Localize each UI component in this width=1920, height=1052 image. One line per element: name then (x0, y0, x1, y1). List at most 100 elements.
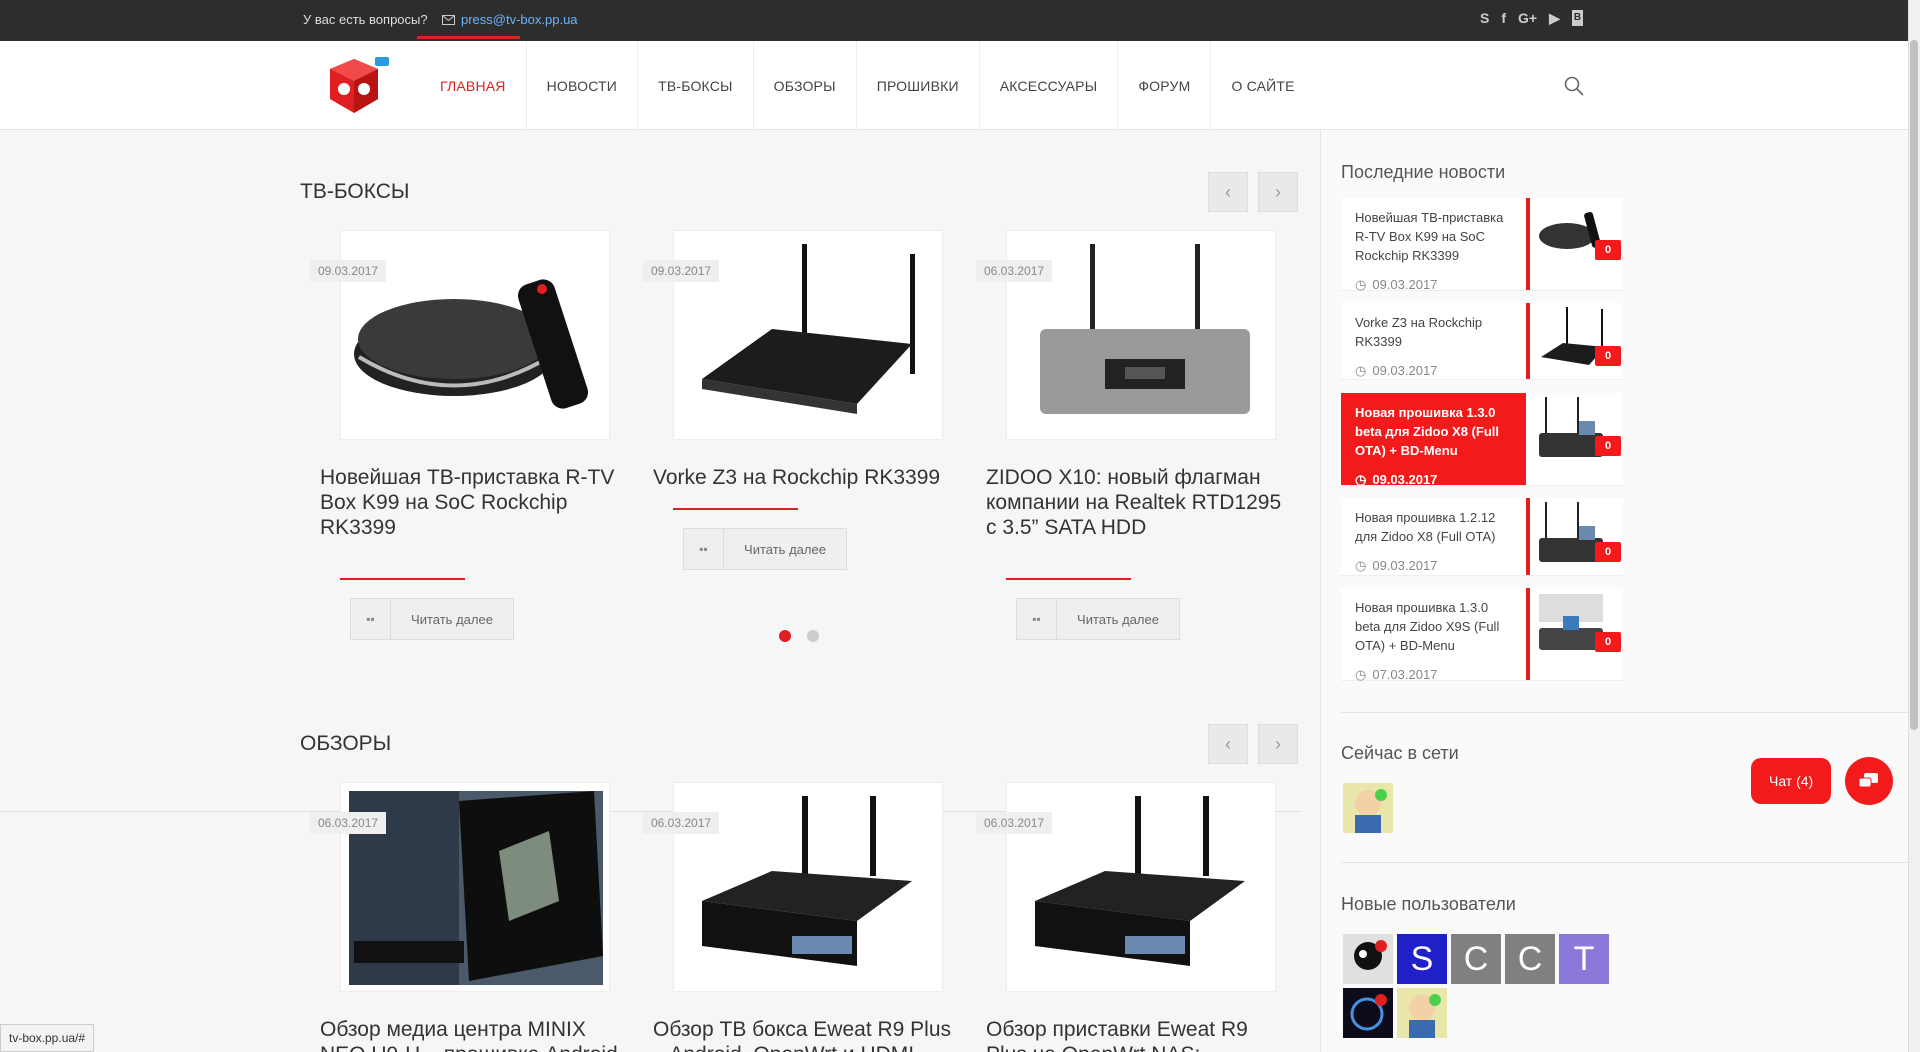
post-date: 06.03.2017 (643, 812, 720, 834)
pagination-dot[interactable] (779, 630, 791, 642)
chat-open-button[interactable] (1845, 757, 1893, 805)
news-item[interactable]: Новая прошивка 1.3.0 beta для Zidoo X9S … (1341, 588, 1623, 682)
site-header: ГЛАВНАЯ НОВОСТИ ТВ-БОКСЫ ОБЗОРЫ ПРОШИВКИ… (0, 41, 1908, 130)
eweat-image (1015, 791, 1269, 985)
read-more-button[interactable]: ▪▪ Читать далее (350, 598, 514, 640)
email-contact[interactable]: press@tv-box.pp.ua (442, 12, 578, 27)
news-date: 09.03.2017 (1372, 363, 1438, 378)
news-date: 09.03.2017 (1372, 558, 1438, 573)
title-underline (673, 508, 798, 510)
comment-count-badge: 0 (1595, 346, 1621, 366)
news-title: Новейшая ТВ-приставка R-TV Box K99 на So… (1355, 210, 1504, 263)
post-title[interactable]: Vorke Z3 на Rockchip RK3399 (653, 465, 958, 490)
chevron-right-icon: › (1275, 733, 1281, 754)
news-date: 09.03.2017 (1372, 472, 1438, 487)
post-title[interactable]: Обзор приставки Eweat R9 Plus на OpenWrt… (986, 1017, 1291, 1052)
post-title[interactable]: ZIDOO X10: новый флагман компании на Rea… (986, 465, 1291, 540)
sidebar: Последние новости Новейшая ТВ-приставка … (1320, 130, 1909, 1052)
section-title-reviews: ОБЗОРЫ (300, 732, 392, 755)
post-date: 06.03.2017 (976, 260, 1053, 282)
main-nav: ГЛАВНАЯ НОВОСТИ ТВ-БОКСЫ ОБЗОРЫ ПРОШИВКИ… (420, 41, 1315, 130)
facebook-icon[interactable]: f (1501, 10, 1506, 26)
user-avatar[interactable] (1343, 934, 1393, 984)
nav-item-about[interactable]: О САЙТЕ (1211, 41, 1314, 130)
nav-item-forum[interactable]: ФОРУМ (1118, 41, 1212, 130)
youtube-icon[interactable]: ▶ (1549, 10, 1560, 26)
section-title-tv-boxes: ТВ-БОКСЫ (300, 180, 410, 203)
scrollbar-thumb[interactable] (1910, 40, 1918, 730)
user-avatar[interactable]: T (1559, 934, 1609, 984)
news-date: 07.03.2017 (1372, 667, 1438, 682)
vk-icon[interactable]: B (1571, 10, 1584, 26)
questions-text: У вас есть вопросы? (303, 12, 428, 27)
comment-count-badge: 0 (1595, 632, 1621, 652)
nav-item-news[interactable]: НОВОСТИ (527, 41, 639, 130)
envelope-icon (442, 14, 455, 25)
read-more-button[interactable]: ▪▪ Читать далее (1016, 598, 1180, 640)
news-item[interactable]: Vorke Z3 на Rockchip RK3399 ◷ 09.03.2017 … (1341, 303, 1623, 380)
latest-news-title: Последние новости (1341, 162, 1506, 182)
news-accent-bar (1526, 198, 1530, 290)
user-avatar[interactable]: C (1505, 934, 1555, 984)
post-date: 06.03.2017 (310, 812, 387, 834)
title-underline (340, 578, 465, 580)
carousel-next-button[interactable]: › (1258, 172, 1298, 212)
router-image (682, 239, 936, 433)
nav-item-firmware[interactable]: ПРОШИВКИ (857, 41, 980, 130)
news-accent-bar (1526, 303, 1530, 379)
chat-button[interactable]: Чат (4) (1751, 758, 1832, 804)
clock-icon: ◷ (1355, 363, 1367, 378)
eweat-image (682, 791, 936, 985)
post-date: 09.03.2017 (310, 260, 387, 282)
clock-icon: ◷ (1355, 558, 1367, 573)
read-more-button[interactable]: ▪▪ Читать далее (683, 528, 847, 570)
tv-box-image (349, 239, 603, 433)
user-avatar[interactable] (1397, 988, 1447, 1038)
nav-item-reviews[interactable]: ОБЗОРЫ (754, 41, 857, 130)
nav-item-tv-boxes[interactable]: ТВ-БОКСЫ (638, 41, 754, 130)
grid-icon: ▪▪ (351, 599, 391, 639)
news-item[interactable]: Новая прошивка 1.3.0 beta для Zidoo X8 (… (1341, 393, 1623, 487)
grid-icon: ▪▪ (1017, 599, 1057, 639)
post-title[interactable]: Новейшая ТВ-приставка R-TV Box K99 на So… (320, 465, 625, 540)
chevron-left-icon: ‹ (1225, 181, 1231, 202)
social-links: S f G+ ▶ B (1480, 10, 1584, 26)
news-title: Vorke Z3 на Rockchip RK3399 (1355, 315, 1483, 349)
news-title: Новая прошивка 1.2.12 для Zidoo X8 (Full… (1355, 510, 1496, 544)
email-active-underline (417, 36, 520, 39)
carousel-pagination (779, 630, 819, 642)
clock-icon: ◷ (1355, 667, 1367, 682)
post-date: 09.03.2017 (643, 260, 720, 282)
news-item[interactable]: Новейшая ТВ-приставка R-TV Box K99 на So… (1341, 198, 1623, 292)
carousel-next-button[interactable]: › (1258, 724, 1298, 764)
main-content: ТВ-БОКСЫ ‹ › 09.03.2017 Новейшая ТВ-прис… (0, 130, 1320, 1052)
search-icon[interactable] (1563, 75, 1585, 97)
nav-item-accessories[interactable]: АКСЕССУАРЫ (980, 41, 1119, 130)
new-users-title: Новые пользователи (1341, 894, 1516, 914)
carousel-prev-button[interactable]: ‹ (1208, 172, 1248, 212)
chat-bubbles-icon (1858, 773, 1878, 788)
post-title[interactable]: Обзор медиа центра MINIX NEO U9-H – прош… (320, 1017, 625, 1052)
news-title: Новая прошивка 1.3.0 beta для Zidoo X9S … (1355, 600, 1500, 653)
carousel-prev-button[interactable]: ‹ (1208, 724, 1248, 764)
email-link[interactable]: press@tv-box.pp.ua (461, 12, 578, 27)
post-title[interactable]: Обзор ТВ бокса Eweat R9 Plus – Android, … (653, 1017, 958, 1052)
user-avatar[interactable] (1343, 988, 1393, 1038)
skype-icon[interactable]: S (1480, 10, 1489, 26)
news-item[interactable]: Новая прошивка 1.2.12 для Zidoo X8 (Full… (1341, 498, 1623, 576)
news-thumbnail (1533, 198, 1609, 272)
nav-item-home[interactable]: ГЛАВНАЯ (420, 41, 527, 130)
user-avatar[interactable]: C (1451, 934, 1501, 984)
post-date: 06.03.2017 (976, 812, 1053, 834)
site-logo[interactable] (320, 55, 390, 117)
google-plus-icon[interactable]: G+ (1518, 10, 1537, 26)
user-avatar[interactable]: S (1397, 934, 1447, 984)
comment-count-badge: 0 (1595, 240, 1621, 260)
user-avatar[interactable] (1343, 783, 1393, 833)
grid-icon: ▪▪ (684, 529, 724, 569)
pagination-dot[interactable] (807, 630, 819, 642)
widget-divider (1341, 712, 1909, 713)
news-title: Новая прошивка 1.3.0 beta для Zidoo X8 (… (1355, 405, 1499, 458)
chevron-right-icon: › (1275, 181, 1281, 202)
minix-image (349, 791, 603, 985)
